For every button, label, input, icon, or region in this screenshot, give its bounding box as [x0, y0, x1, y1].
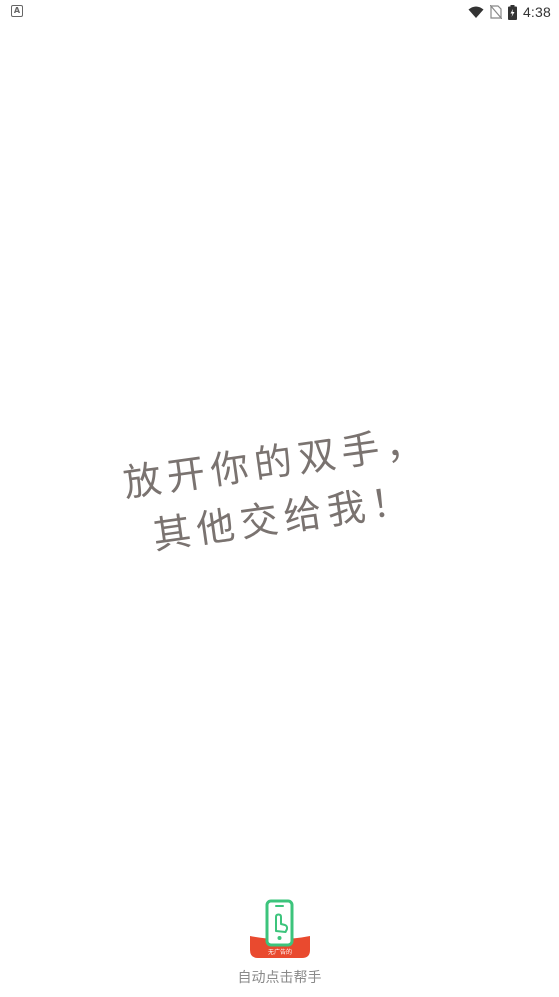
status-time: 4:38 [522, 4, 551, 20]
battery-charging-icon [507, 4, 517, 20]
status-bar: A 4:38 [0, 0, 559, 24]
app-name: 自动点击帮手 [237, 970, 322, 986]
app-badge-text: 无广告的 [268, 948, 292, 956]
no-sim-icon [489, 5, 502, 19]
app-logo-icon: 无广告的 [250, 899, 310, 958]
status-icons: 4:38 [468, 2, 551, 22]
notification-a-icon: A [11, 5, 23, 17]
slogan: 放开你的双手， 其他交给我！ [119, 413, 440, 567]
wifi-icon [468, 6, 484, 18]
